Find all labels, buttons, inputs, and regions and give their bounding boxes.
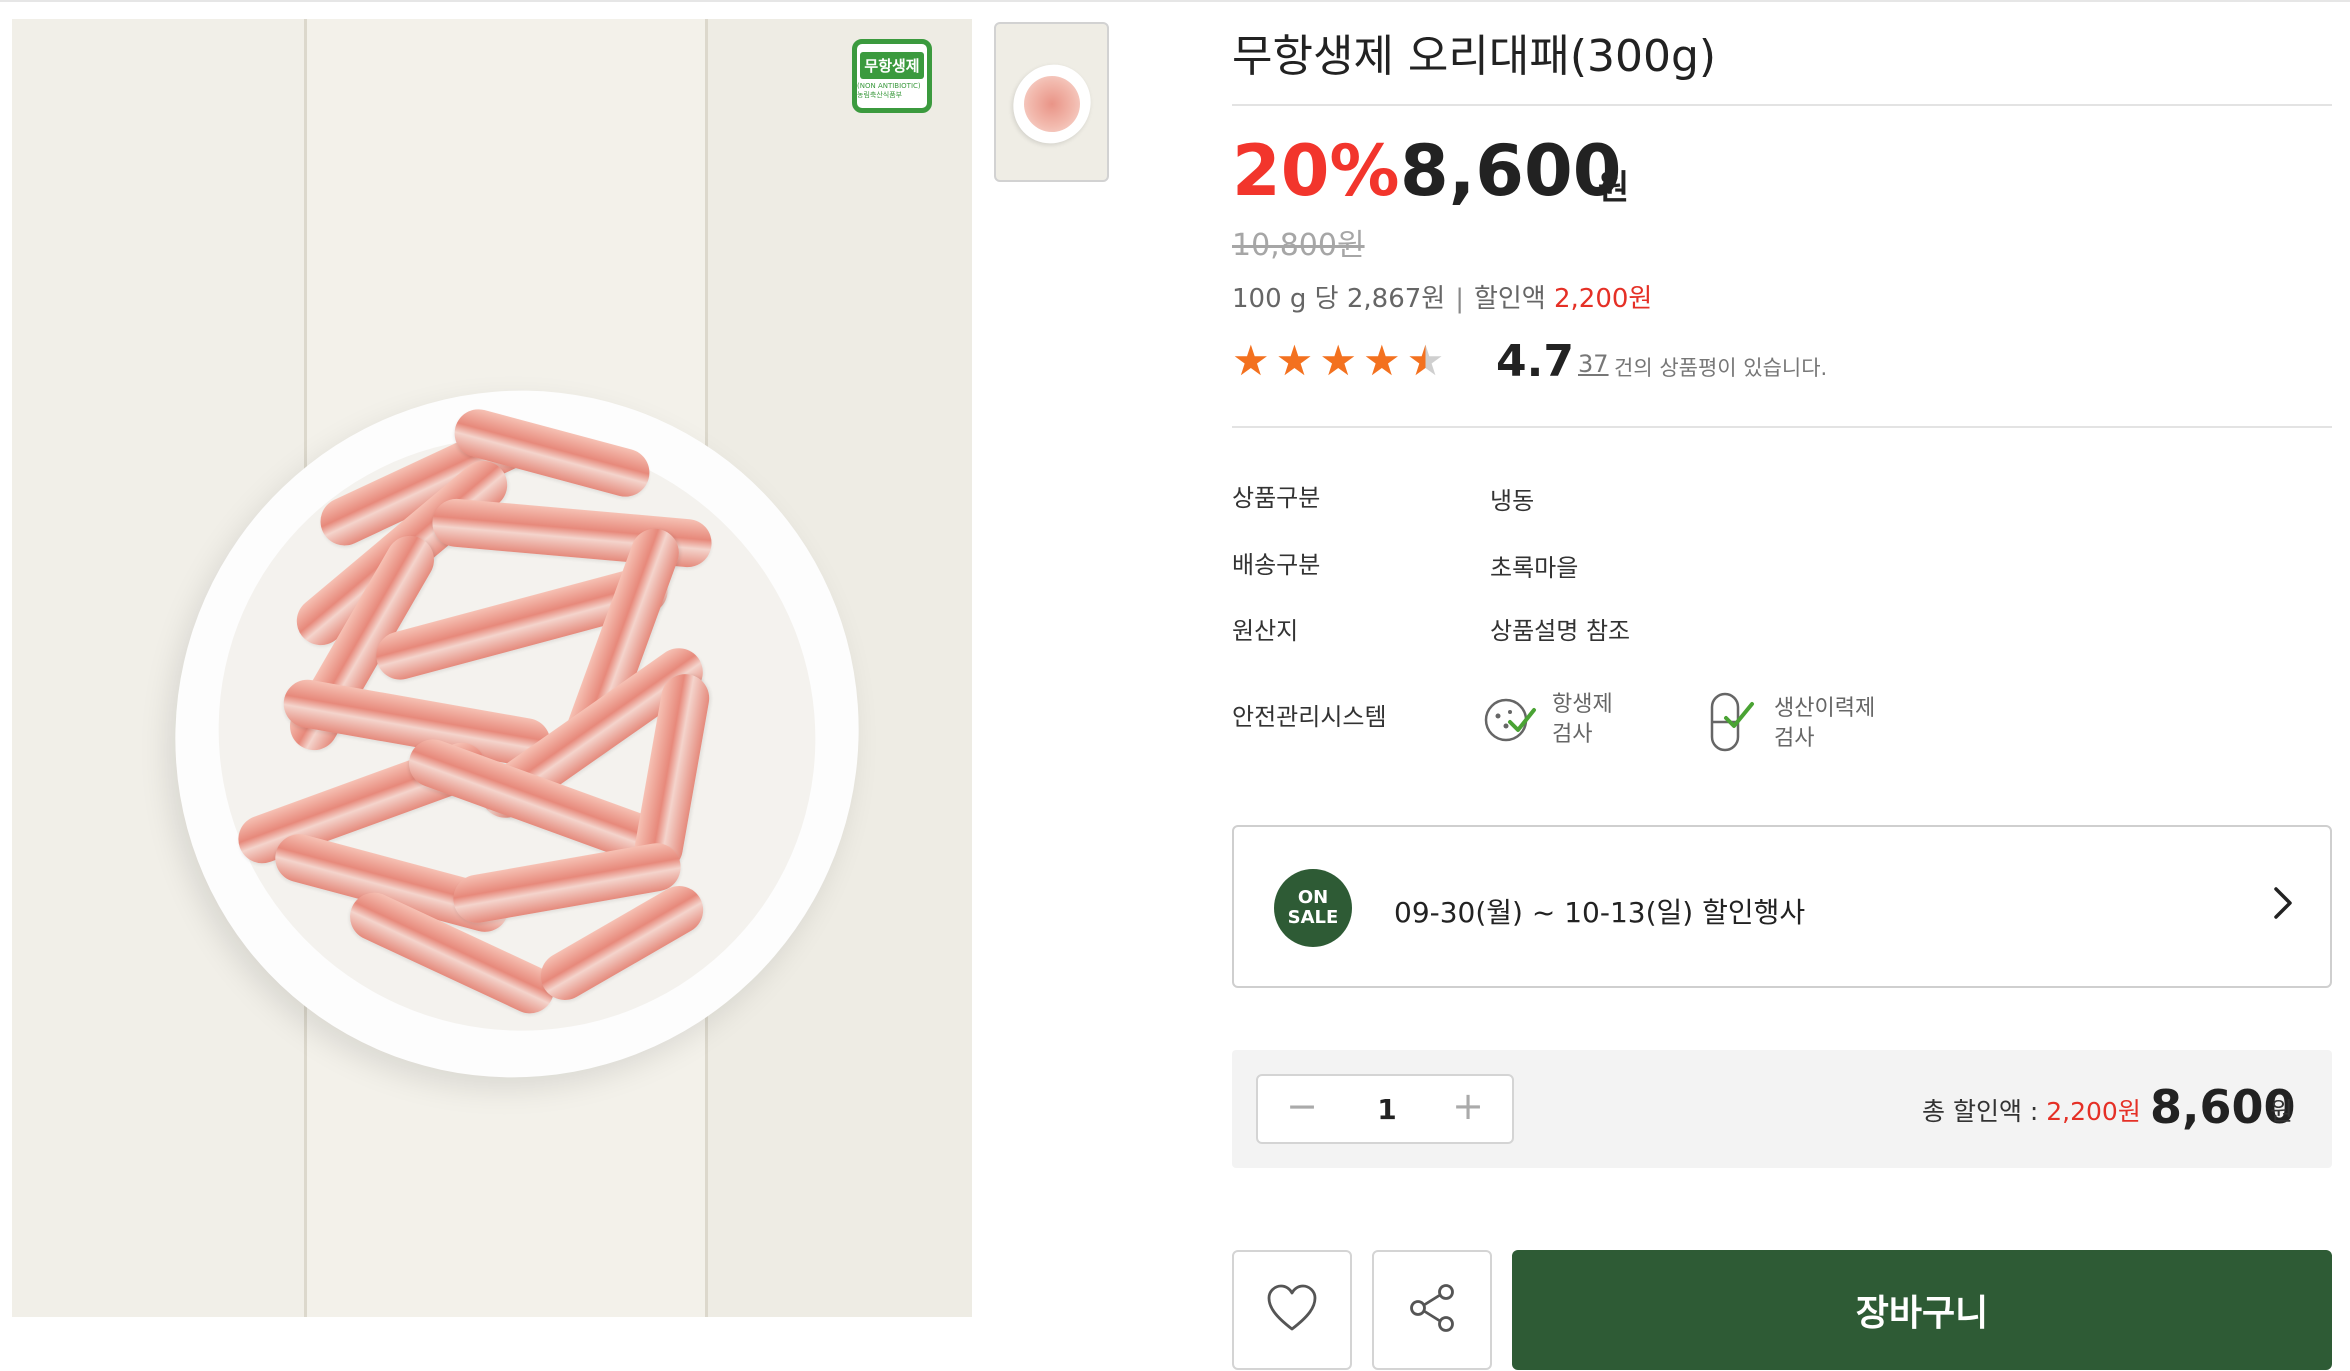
spec-value-category: 냉동 — [1490, 487, 1535, 515]
safety-line: 항생제 — [1552, 692, 1613, 717]
badge-subtitle: (NON ANTIBIOTIC) 농림축산식품부 — [857, 82, 921, 99]
sale-price-unit: 원 — [1598, 168, 1630, 208]
review-count-text: 건의 상품평이 있습니다. — [1614, 356, 1828, 380]
star-half-icon: ★ — [1406, 336, 1445, 385]
heart-icon — [1265, 1283, 1319, 1337]
safety-text-antibiotic: 항생제 검사 — [1552, 690, 1613, 750]
share-icon — [1406, 1282, 1458, 1338]
separator: | — [1455, 284, 1464, 314]
sale-event-banner[interactable]: ON SALE 09-30(월) ~ 10-13(일) 할인행사 — [1232, 825, 2332, 988]
safety-text-traceability: 생산이력제 검사 — [1774, 694, 1875, 754]
on-sale-line1: ON — [1297, 887, 1329, 908]
safety-line: 검사 — [1552, 722, 1593, 747]
antibiotic-test-icon — [1482, 692, 1540, 748]
star-icon: ★ — [1319, 336, 1357, 385]
on-sale-line2: SALE — [1287, 907, 1339, 928]
traceability-test-icon — [1706, 690, 1762, 758]
on-sale-badge: ON SALE — [1274, 869, 1352, 947]
quantity-value[interactable]: 1 — [1348, 1093, 1426, 1126]
product-main-image: 무항생제 (NON ANTIBIOTIC) 농림축산식품부 — [12, 19, 972, 1317]
wishlist-button[interactable] — [1232, 1250, 1352, 1370]
share-button[interactable] — [1372, 1250, 1492, 1370]
increase-quantity-button[interactable]: + — [1438, 1084, 1498, 1128]
badge-title: 무항생제 — [860, 52, 924, 79]
original-price: 10,800원 — [1232, 228, 1365, 263]
spec-label-origin: 원산지 — [1232, 617, 1299, 645]
sale-price: 8,600 — [1400, 130, 1622, 212]
safety-line: 검사 — [1774, 726, 1815, 751]
rating-score: 4.7 — [1496, 336, 1574, 387]
top-border — [0, 0, 2350, 2]
add-to-cart-button[interactable]: 장바구니 — [1512, 1250, 2332, 1370]
safety-item-antibiotic: 항생제 검사 — [1482, 690, 1613, 750]
safety-line: 생산이력제 — [1774, 696, 1876, 721]
discount-amount: 2,200원 — [1554, 284, 1653, 314]
star-icon: ★ — [1232, 336, 1270, 385]
discount-label: 할인액 — [1473, 284, 1546, 314]
spec-value-origin: 상품설명 참조 — [1490, 617, 1631, 645]
decrease-quantity-button[interactable]: − — [1272, 1084, 1332, 1128]
rating-stars: ★ ★ ★ ★ ★ — [1232, 338, 1444, 384]
sale-event-text: 09-30(월) ~ 10-13(일) 할인행사 — [1394, 896, 1806, 929]
info-divider — [1232, 426, 2332, 428]
discount-rate: 20% — [1232, 130, 1400, 212]
unit-price-line: 100 g 당 2,867원 | 할인액 2,200원 — [1232, 278, 1652, 315]
safety-item-traceability: 생산이력제 검사 — [1706, 690, 1875, 758]
review-count-link[interactable]: 37 — [1578, 350, 1609, 378]
non-antibiotic-certification-badge: 무항생제 (NON ANTIBIOTIC) 농림축산식품부 — [852, 39, 932, 113]
unit-price: 100 g 당 2,867원 — [1232, 284, 1446, 314]
total-price-unit: 원 — [2270, 1097, 2294, 1126]
total-discount-label: 총 할인액 : — [1922, 1097, 2047, 1126]
chevron-right-icon[interactable] — [2272, 885, 2294, 930]
spec-value-delivery: 초록마을 — [1490, 554, 1579, 582]
spec-label-delivery: 배송구분 — [1232, 551, 1321, 579]
product-title: 무항생제 오리대패(300g) — [1232, 31, 1717, 82]
star-icon: ★ — [1362, 336, 1401, 385]
total-discount: 총 할인액 : 2,200원 — [1922, 1092, 2141, 1128]
quantity-stepper: − 1 + — [1256, 1074, 1514, 1144]
duck-meat-slices — [231, 403, 812, 1022]
spec-label-safety: 안전관리시스템 — [1232, 703, 1387, 731]
total-discount-amount: 2,200원 — [2046, 1097, 2141, 1126]
spec-label-category: 상품구분 — [1232, 484, 1321, 512]
star-icon: ★ — [1275, 336, 1314, 385]
quantity-panel: − 1 + 총 할인액 : 2,200원 8,600 원 — [1232, 1050, 2332, 1168]
product-thumbnail[interactable] — [994, 22, 1109, 182]
title-divider — [1232, 104, 2332, 106]
